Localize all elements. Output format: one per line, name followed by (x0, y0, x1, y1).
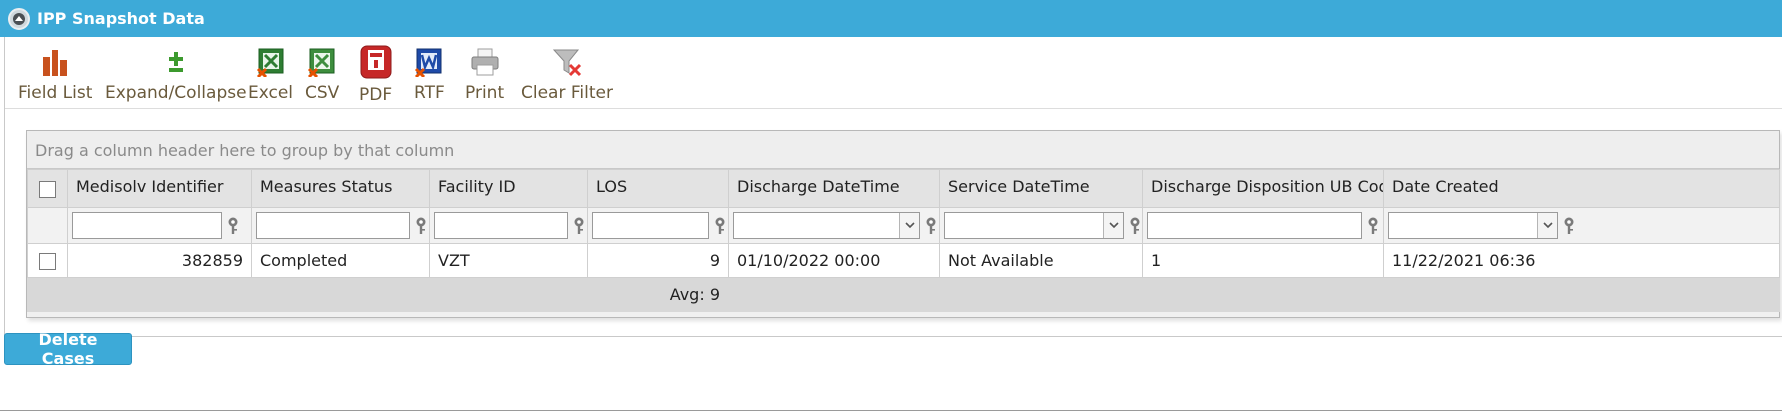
filter-key-icon[interactable] (924, 217, 938, 235)
filter-select-date-created[interactable] (1388, 212, 1558, 239)
filter-cell-los (587, 207, 729, 244)
pdf-icon (360, 45, 392, 79)
filter-select-discharge-datetime[interactable] (733, 212, 920, 239)
table-row[interactable]: 382859 Completed VZT 9 01/10/2022 00:00 … (27, 243, 1780, 278)
excel-icon (256, 48, 284, 77)
column-header-discharge-datetime[interactable]: Discharge DateTime (728, 169, 940, 208)
chevron-down-icon (1542, 222, 1553, 229)
cell-medisolv-identifier: 382859 (67, 243, 252, 278)
filter-cell-service-datetime (939, 207, 1143, 244)
field-list-button[interactable]: Field List (18, 45, 92, 103)
footer-cell (1383, 277, 1780, 312)
filter-row (27, 207, 1780, 244)
footer-cell (27, 277, 68, 312)
cell-date-created: 11/22/2021 06:36 (1383, 243, 1780, 278)
column-header-date-created[interactable]: Date Created (1383, 169, 1780, 208)
cell-service-datetime: Not Available (939, 243, 1143, 278)
data-grid: Drag a column header here to group by th… (26, 130, 1780, 318)
filter-cell-facility-id (429, 207, 588, 244)
clear-filter-button[interactable]: Clear Filter (521, 45, 613, 103)
excel-export-button[interactable]: Excel (248, 45, 293, 103)
grid-toolbar: Field List Expand/Collapse Excel CSV PDF… (5, 37, 1782, 109)
filter-input-measures-status[interactable] (256, 212, 410, 239)
filter-cell-medisolv-identifier (67, 207, 252, 244)
footer-cell (1142, 277, 1384, 312)
field-list-icon (43, 50, 68, 76)
filter-cell-select (27, 207, 68, 244)
row-select-cell (27, 243, 68, 278)
filter-input-discharge-disposition-ub-code[interactable] (1147, 212, 1362, 239)
rtf-icon (415, 48, 442, 77)
cell-discharge-datetime: 01/10/2022 00:00 (728, 243, 940, 278)
print-icon (471, 48, 499, 76)
column-header-measures-status[interactable]: Measures Status (251, 169, 430, 208)
panel-title: IPP Snapshot Data (37, 9, 205, 28)
rtf-export-button[interactable]: RTF (414, 45, 445, 103)
filter-key-icon[interactable] (572, 217, 586, 235)
footer-cell (251, 277, 430, 312)
divider (0, 410, 1782, 411)
expand-collapse-button[interactable]: Expand/Collapse (105, 45, 247, 103)
filter-cell-date-created (1383, 207, 1780, 244)
expand-collapse-icon (168, 52, 183, 72)
filter-cell-measures-status (251, 207, 430, 244)
footer-row: Avg: 9 (27, 277, 1780, 312)
filter-select-service-datetime[interactable] (944, 212, 1124, 239)
column-header-service-datetime[interactable]: Service DateTime (939, 169, 1143, 208)
filter-key-icon[interactable] (1562, 217, 1576, 235)
clear-filter-icon (552, 49, 582, 77)
filter-key-icon[interactable] (226, 217, 240, 235)
column-header-los[interactable]: LOS (587, 169, 729, 208)
filter-cell-discharge-datetime (728, 207, 940, 244)
cell-los: 9 (587, 243, 729, 278)
csv-export-button[interactable]: CSV (305, 45, 339, 103)
cell-measures-status: Completed (251, 243, 430, 278)
filter-key-icon[interactable] (414, 217, 428, 235)
grid-table: Medisolv Identifier Measures Status Faci… (27, 169, 1780, 312)
csv-icon (308, 48, 335, 77)
cell-facility-id: VZT (429, 243, 588, 278)
filter-input-medisolv-identifier[interactable] (72, 212, 222, 239)
pdf-export-button[interactable]: PDF (359, 45, 392, 105)
column-header-facility-id[interactable]: Facility ID (429, 169, 588, 208)
filter-input-los[interactable] (592, 212, 709, 239)
chevron-down-icon (1108, 222, 1119, 229)
filter-input-facility-id[interactable] (434, 212, 568, 239)
select-all-checkbox[interactable] (39, 181, 56, 198)
select-all-cell (27, 169, 68, 208)
footer-cell (429, 277, 588, 312)
chevron-down-icon (904, 222, 915, 229)
filter-cell-discharge-disposition-ub-code (1142, 207, 1384, 244)
footer-cell (939, 277, 1143, 312)
column-header-discharge-disposition-ub-code[interactable]: Discharge Disposition UB Code (1142, 169, 1384, 208)
filter-key-icon[interactable] (1366, 217, 1380, 235)
collapse-icon[interactable] (8, 7, 30, 30)
footer-los-average: Avg: 9 (587, 277, 729, 312)
delete-cases-button[interactable]: Delete Cases (4, 330, 132, 368)
footer-cell (728, 277, 940, 312)
footer-cell (67, 277, 252, 312)
row-checkbox[interactable] (39, 253, 56, 270)
filter-key-icon[interactable] (1128, 217, 1142, 235)
column-header-medisolv-identifier[interactable]: Medisolv Identifier (67, 169, 252, 208)
group-by-panel[interactable]: Drag a column header here to group by th… (27, 131, 1779, 169)
panel-header: IPP Snapshot Data (0, 0, 1782, 37)
panel-body: Field List Expand/Collapse Excel CSV PDF… (4, 37, 1782, 337)
print-button[interactable]: Print (465, 45, 504, 103)
header-row: Medisolv Identifier Measures Status Faci… (27, 169, 1780, 208)
filter-key-icon[interactable] (713, 217, 727, 235)
cell-discharge-disposition-ub-code: 1 (1142, 243, 1384, 278)
